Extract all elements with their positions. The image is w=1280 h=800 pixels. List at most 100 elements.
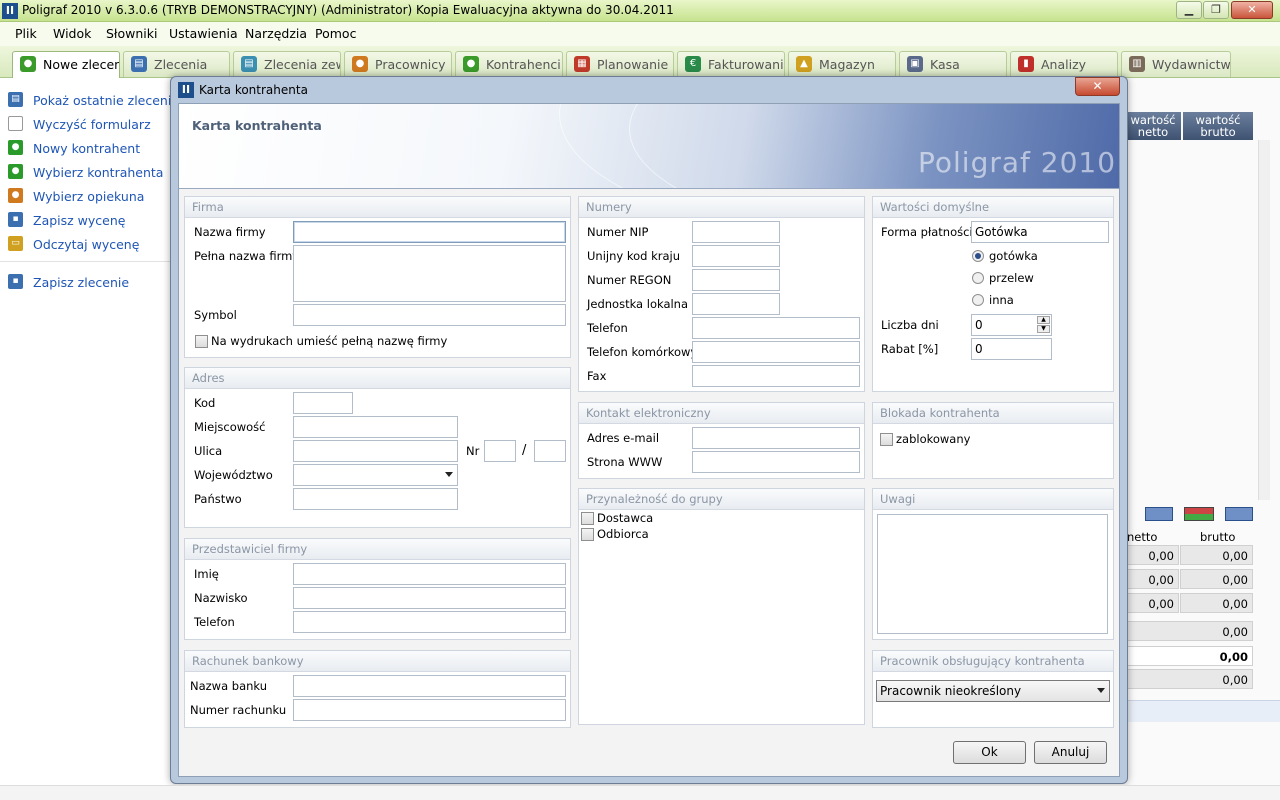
tab-planowanie[interactable]: ▦ Planowanie — [566, 51, 674, 77]
discount-input[interactable]: 0 — [971, 338, 1052, 360]
label-ulica: Ulica — [194, 444, 223, 458]
sidebar-item-pokaz-ostatnie[interactable]: ▤ Pokaż ostatnie zlecenie — [0, 89, 179, 111]
local-unit-input[interactable] — [692, 293, 780, 315]
menu-ustawienia[interactable]: Ustawienia — [169, 26, 238, 41]
street-input[interactable] — [293, 440, 458, 462]
sidebar-item-wybierz-kontrahenta[interactable]: ● Wybierz kontrahenta — [0, 161, 170, 183]
tab-magazyn[interactable]: ▲ Magazyn — [788, 51, 896, 77]
order-summary-panel — [1125, 78, 1280, 800]
province-select[interactable] — [293, 464, 458, 486]
maximize-button[interactable]: ❐ — [1203, 1, 1229, 19]
tab-label: Planowanie — [597, 57, 669, 72]
company-name-input[interactable] — [293, 221, 566, 243]
bank-name-input[interactable] — [293, 675, 566, 697]
employee-select[interactable]: Pracownik nieokreślony — [876, 680, 1110, 702]
label-regon: Numer REGON — [587, 273, 672, 287]
phone-input[interactable] — [692, 317, 860, 339]
banner-logo: Poligraf 2010 — [918, 146, 1117, 179]
account-number-input[interactable] — [293, 699, 566, 721]
tab-zlecenia[interactable]: ▤ Zlecenia — [123, 51, 230, 77]
email-input[interactable] — [692, 427, 860, 449]
eu-country-code-input[interactable] — [692, 245, 780, 267]
menu-pomoc[interactable]: Pomoc — [315, 26, 356, 41]
flat-number-input[interactable] — [534, 440, 566, 462]
label-wojewodztwo: Województwo — [194, 468, 273, 482]
tab-kasa[interactable]: ▣ Kasa — [899, 51, 1007, 77]
supplier-checkbox[interactable] — [581, 512, 594, 525]
notes-textarea[interactable] — [877, 514, 1108, 634]
tab-pracownicy[interactable]: ● Pracownicy — [344, 51, 452, 77]
label-nazwisko: Nazwisko — [194, 591, 248, 605]
blocked-checkbox[interactable] — [880, 433, 893, 446]
minimize-button[interactable]: ▁ — [1176, 1, 1202, 19]
sidebar-item-nowy-kontrahent[interactable]: ● Nowy kontrahent — [0, 137, 170, 159]
tab-fakturowanie[interactable]: € Fakturowanie — [677, 51, 785, 77]
postal-code-input[interactable] — [293, 392, 353, 414]
status-bar — [0, 785, 1280, 800]
recent-documents-icon: ▤ — [8, 92, 23, 107]
sidebar-item-odczytaj-wycene[interactable]: ▭ Odczytaj wycenę — [0, 233, 170, 255]
employee-select-value: Pracownik nieokreślony — [880, 684, 1022, 698]
tab-nowe-zlecenie[interactable]: ● Nowe zlecenie — [12, 51, 120, 78]
column-header-netto: wartość netto — [1125, 112, 1181, 140]
columns-view-icon[interactable] — [1145, 507, 1173, 521]
nip-input[interactable] — [692, 221, 780, 243]
person-icon: ● — [8, 140, 23, 155]
customer-checkbox[interactable] — [581, 528, 594, 541]
sidebar-item-zapisz-wycene[interactable]: ▪ Zapisz wycenę — [0, 209, 170, 231]
sidebar-item-wybierz-opiekuna[interactable]: ● Wybierz opiekuna — [0, 185, 170, 207]
house-number-input[interactable] — [484, 440, 516, 462]
group-header: Kontakt elektroniczny — [579, 403, 864, 424]
payment-cash-radio[interactable] — [972, 250, 984, 262]
label-symbol: Symbol — [194, 308, 237, 322]
full-company-name-textarea[interactable] — [293, 245, 566, 302]
ok-button[interactable]: Ok — [953, 741, 1026, 764]
dialog-close-button[interactable]: ✕ — [1075, 77, 1120, 96]
tab-label: Nowe zlecenie — [43, 57, 119, 72]
stepper-up-icon[interactable]: ▲ — [1037, 316, 1050, 324]
label-panstwo: Państwo — [194, 492, 242, 506]
tab-kontrahenci[interactable]: ● Kontrahenci — [455, 51, 563, 77]
rows-color-icon[interactable] — [1184, 507, 1214, 521]
sidebar-item-wyczysc[interactable]: Wyczyść formularz — [0, 113, 170, 135]
sidebar-item-zapisz-zlecenie[interactable]: ▪ Zapisz zlecenie — [0, 271, 170, 293]
group-header: Firma — [185, 197, 570, 218]
representative-phone-input[interactable] — [293, 611, 566, 633]
stepper-down-icon[interactable]: ▼ — [1037, 325, 1050, 333]
menu-widok[interactable]: Widok — [53, 26, 91, 41]
label-www: Strona WWW — [587, 455, 663, 469]
menu-narzedzia[interactable]: Narzędzia — [245, 26, 307, 41]
group-header: Uwagi — [873, 489, 1113, 510]
summary-total-value: 0,00 — [1127, 646, 1253, 666]
fax-input[interactable] — [692, 365, 860, 387]
payment-transfer-radio[interactable] — [972, 272, 984, 284]
menu-slowniki[interactable]: Słowniki — [106, 26, 157, 41]
summary-brutto-value: 0,00 — [1180, 569, 1253, 589]
city-input[interactable] — [293, 416, 458, 438]
last-name-input[interactable] — [293, 587, 566, 609]
tab-analizy[interactable]: ▮ Analizy — [1010, 51, 1118, 77]
print-full-name-checkbox[interactable] — [195, 335, 208, 348]
scrollbar[interactable] — [1258, 140, 1270, 500]
tab-zlecenia-zewn[interactable]: ▤ Zlecenia zewn. — [233, 51, 341, 77]
summary-total-value: 0,00 — [1127, 621, 1253, 641]
cancel-button[interactable]: Anuluj — [1034, 741, 1107, 764]
country-input[interactable] — [293, 488, 458, 510]
label-gotowka: gotówka — [989, 249, 1038, 263]
group-header: Blokada kontrahenta — [873, 403, 1113, 424]
sidebar-item-label: Wyczyść formularz — [33, 117, 151, 132]
menu-plik[interactable]: Plik — [15, 26, 37, 41]
subheader-brutto: brutto — [1200, 530, 1236, 544]
first-name-input[interactable] — [293, 563, 566, 585]
symbol-input[interactable] — [293, 304, 566, 326]
payment-other-radio[interactable] — [972, 294, 984, 306]
mobile-phone-input[interactable] — [692, 341, 860, 363]
tab-wydawnictwo[interactable]: ▥ Wydawnictwo — [1121, 51, 1231, 77]
tab-label: Pracownicy — [375, 57, 446, 72]
payment-method-input[interactable]: Gotówka — [971, 221, 1109, 243]
close-button[interactable]: ✕ — [1231, 1, 1273, 19]
website-input[interactable] — [692, 451, 860, 473]
add-remove-row-icon[interactable] — [1225, 507, 1253, 521]
regon-input[interactable] — [692, 269, 780, 291]
label-inna: inna — [989, 293, 1014, 307]
